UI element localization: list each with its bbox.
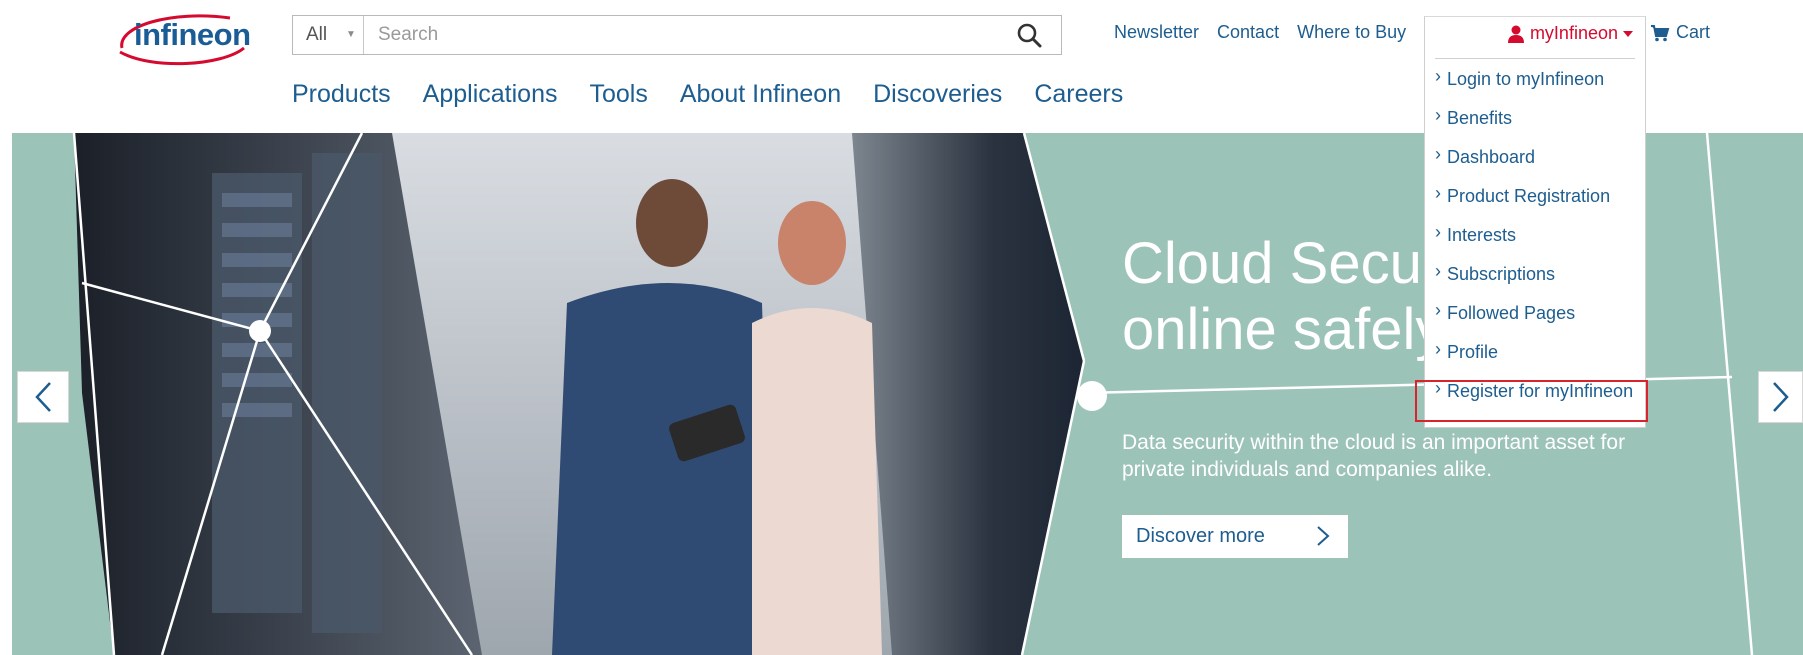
- nav-applications[interactable]: Applications: [423, 80, 558, 109]
- carousel-next-button[interactable]: [1758, 371, 1803, 423]
- main-nav: Products Applications Tools About Infine…: [292, 80, 1155, 109]
- register-highlight-box: [1415, 380, 1648, 422]
- where-to-buy-link[interactable]: Where to Buy: [1297, 22, 1406, 43]
- infineon-logo[interactable]: infineon: [112, 8, 251, 68]
- menu-item-profile[interactable]: Profile: [1435, 339, 1633, 381]
- menu-item-dashboard[interactable]: Dashboard: [1435, 144, 1633, 186]
- menu-item-subscriptions[interactable]: Subscriptions: [1435, 261, 1633, 303]
- caret-down-icon: [1623, 30, 1633, 37]
- chevron-right-icon: [1317, 526, 1330, 546]
- cart-link[interactable]: Cart: [1650, 22, 1710, 43]
- myinfineon-label: myInfineon: [1529, 23, 1618, 43]
- nav-tools[interactable]: Tools: [589, 80, 647, 109]
- nav-products[interactable]: Products: [292, 80, 391, 109]
- hero-title: Cloud Secur online safely: [1122, 231, 1444, 363]
- discover-more-button[interactable]: Discover more: [1122, 515, 1348, 558]
- dropdown-divider: [1435, 58, 1635, 59]
- menu-item-interests[interactable]: Interests: [1435, 222, 1633, 264]
- nav-careers[interactable]: Careers: [1034, 80, 1123, 109]
- search-bar: All ▼: [292, 15, 1062, 55]
- cart-label: Cart: [1676, 22, 1711, 42]
- hero-description: Data security within the cloud is an imp…: [1122, 431, 1626, 481]
- myinfineon-menu: Login to myInfineon Benefits Dashboard P…: [1435, 66, 1633, 420]
- user-icon: [1507, 25, 1524, 43]
- menu-item-followed-pages[interactable]: Followed Pages: [1435, 300, 1633, 342]
- myinfineon-dropdown: myInfineon Login to myInfineon Benefits …: [1424, 16, 1646, 428]
- discover-more-label: Discover more: [1136, 525, 1265, 547]
- search-input[interactable]: [365, 16, 1005, 54]
- dropdown-caret-icon: ▼: [346, 29, 356, 40]
- newsletter-link[interactable]: Newsletter: [1114, 22, 1199, 43]
- search-button[interactable]: [1009, 20, 1049, 50]
- menu-item-login[interactable]: Login to myInfineon: [1435, 66, 1633, 108]
- magnifier-icon: [1017, 23, 1042, 48]
- nav-discoveries[interactable]: Discoveries: [873, 80, 1002, 109]
- menu-item-product-registration[interactable]: Product Registration: [1435, 183, 1633, 225]
- hero-title-line2: online safely: [1122, 297, 1445, 362]
- myinfineon-toggle[interactable]: myInfineon: [1507, 23, 1633, 44]
- chevron-left-icon: [35, 382, 51, 412]
- contact-link[interactable]: Contact: [1217, 22, 1279, 43]
- utility-nav: Newsletter Contact Where to Buy E: [1114, 22, 1454, 43]
- hero-title-line1: Cloud Secur: [1122, 231, 1442, 296]
- nav-about-infineon[interactable]: About Infineon: [680, 80, 841, 109]
- chevron-right-icon: [1772, 382, 1789, 412]
- logo-text: infineon: [134, 17, 251, 52]
- menu-item-benefits[interactable]: Benefits: [1435, 105, 1633, 147]
- search-category-select[interactable]: All ▼: [293, 16, 364, 54]
- cart-icon: [1651, 24, 1670, 41]
- carousel-prev-button[interactable]: [17, 371, 69, 423]
- search-category-value: All: [306, 24, 328, 45]
